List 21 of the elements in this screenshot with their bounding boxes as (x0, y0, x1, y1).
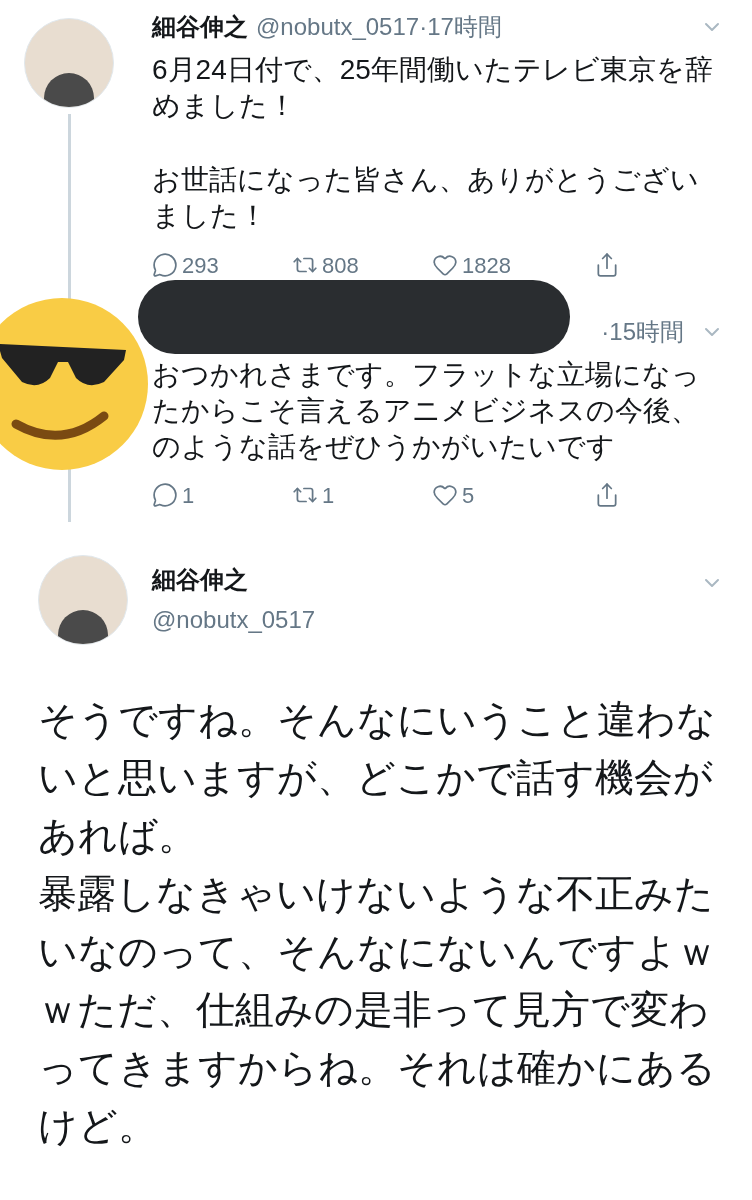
tweet-text: 暴露しなきゃいけないような不正みたいなのって、そんなにないんですよｗｗただ、仕組みの是非って見方で変わってきますからね。それは確かにあるけど。 (38, 871, 717, 1149)
tweet-text: お世話になった皆さん、ありがとうございました！ (152, 163, 700, 233)
tweet-text: 6月24日付で、25年間働いたテレビ東京を辞めました！ (152, 53, 714, 123)
reply-button[interactable]: 293 (152, 248, 292, 282)
retweet-button[interactable]: 1 (292, 478, 432, 512)
reply-icon (152, 252, 178, 278)
reply-button[interactable]: 1 (152, 478, 292, 512)
user-handle: @nobutx_0517 (256, 12, 420, 42)
timestamp: ·15時間 (601, 317, 684, 347)
heart-button[interactable]: 1828 (432, 248, 572, 282)
heart-icon (432, 482, 458, 508)
tweet-text: おつかれさまです。フラットな立場になったからこそ言えるアニメビジネスの今後、のような話をぜひうかがいたいです (152, 358, 701, 464)
tweet-text: そうですね。そんなにいうこと違わないと思いますが、どこかで話す機会があれば。 (38, 697, 717, 859)
reply-icon (152, 482, 178, 508)
heart-button[interactable]: 5 (432, 478, 572, 512)
retweet-button[interactable]: 808 (292, 248, 432, 282)
user-name[interactable]: 細谷伸之 (152, 9, 248, 45)
user-name[interactable]: 細谷伸之 (152, 562, 316, 598)
heart-icon (432, 252, 458, 278)
timestamp: ·17時間 (419, 12, 502, 42)
user-handle: @nobutx_0517 (152, 605, 316, 635)
